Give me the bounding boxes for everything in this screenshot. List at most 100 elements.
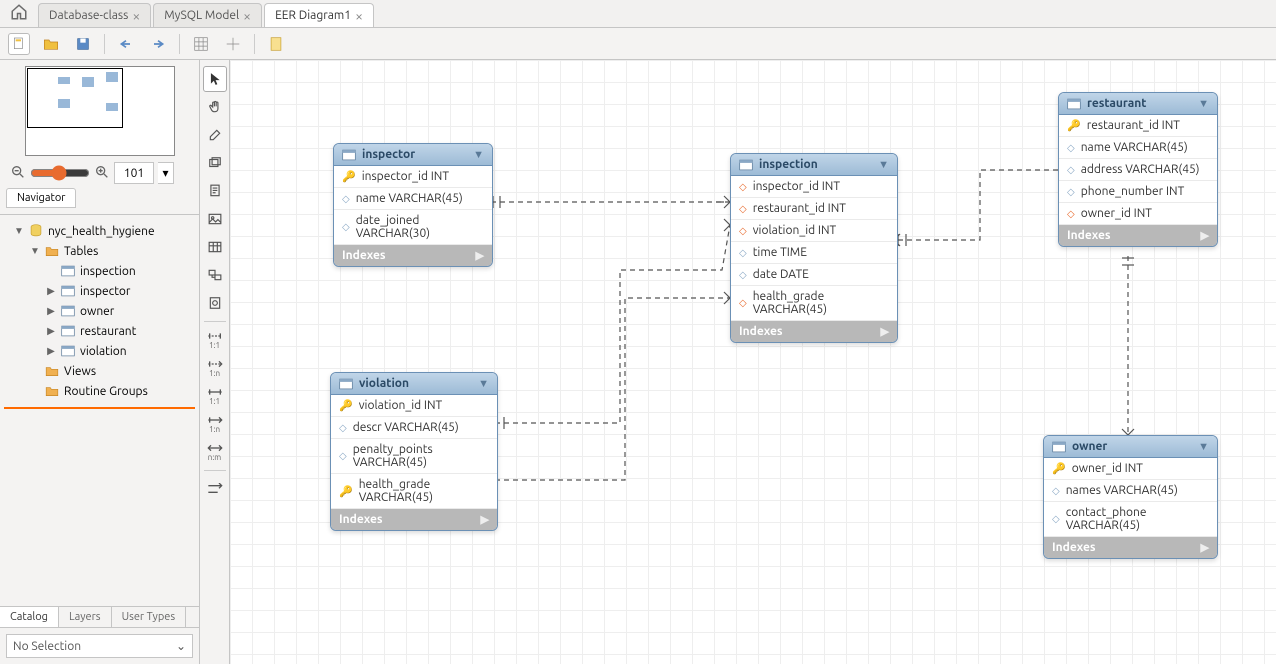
selection-dropdown[interactable]: No Selection ⌄ — [6, 634, 193, 658]
tree-views-folder[interactable]: Views — [0, 361, 199, 381]
tab-database-class[interactable]: Database-class × — [38, 3, 151, 27]
image-tool[interactable] — [203, 206, 227, 232]
entity-header[interactable]: inspector▼ — [334, 144, 492, 166]
home-icon[interactable] — [10, 3, 30, 23]
entity-indexes[interactable]: Indexes▶ — [331, 509, 497, 530]
entity-column[interactable]: ◇health_grade VARCHAR(45) — [731, 286, 897, 321]
entity-column[interactable]: ◇time TIME — [731, 242, 897, 264]
chevron-down-icon[interactable]: ▼ — [473, 149, 484, 161]
pointer-tool[interactable] — [203, 66, 227, 92]
rel-n-m-tool[interactable]: n:m — [203, 439, 227, 465]
notes-button[interactable] — [265, 33, 287, 55]
tree-table-inspection[interactable]: inspection — [0, 261, 199, 281]
save-button[interactable] — [72, 33, 94, 55]
entity-header[interactable]: restaurant▼ — [1059, 93, 1217, 115]
entity-column[interactable]: ◇descr VARCHAR(45) — [331, 417, 497, 439]
entity-header[interactable]: inspection▼ — [731, 154, 897, 176]
rel-1-n-id-tool[interactable]: 1:n — [203, 411, 227, 437]
undo-button[interactable] — [115, 33, 137, 55]
entity-column[interactable]: ◇name VARCHAR(45) — [1059, 137, 1217, 159]
entity-column[interactable]: 🔑owner_id INT — [1044, 458, 1217, 480]
chevron-down-icon[interactable]: ▼ — [478, 378, 489, 390]
entity-column[interactable]: 🔑restaurant_id INT — [1059, 115, 1217, 137]
chevron-down-icon[interactable]: ▼ — [1198, 98, 1209, 110]
zoom-out-icon[interactable] — [10, 164, 26, 183]
chevron-down-icon[interactable]: ▼ — [878, 159, 889, 171]
rel-existing-tool[interactable] — [203, 476, 227, 502]
entity-column[interactable]: ◇penalty_points VARCHAR(45) — [331, 439, 497, 474]
entity-column[interactable]: 🔑violation_id INT — [331, 395, 497, 417]
tree-table-inspector[interactable]: ▶inspector — [0, 281, 199, 301]
entity-header[interactable]: violation▼ — [331, 373, 497, 395]
entity-indexes[interactable]: Indexes▶ — [1059, 225, 1217, 246]
zoom-in-icon[interactable] — [94, 164, 110, 183]
navigator-tab[interactable]: Navigator — [6, 188, 76, 208]
tab-user-types[interactable]: User Types — [112, 607, 187, 627]
close-icon[interactable]: × — [243, 8, 251, 24]
eraser-tool[interactable] — [203, 122, 227, 148]
zoom-slider[interactable] — [30, 165, 90, 181]
tree-table-violation[interactable]: ▶violation — [0, 341, 199, 361]
tree-label: Views — [64, 365, 96, 378]
zoom-value-input[interactable] — [114, 162, 154, 184]
open-file-button[interactable] — [40, 33, 62, 55]
entity-indexes[interactable]: Indexes▶ — [731, 321, 897, 342]
rel-1-n-nonid-tool[interactable]: 1:n — [203, 355, 227, 381]
hand-tool[interactable] — [203, 94, 227, 120]
chevron-down-icon[interactable]: ▼ — [1198, 441, 1209, 453]
chevron-right-icon[interactable]: ▶ — [1201, 229, 1209, 242]
entity-column[interactable]: ◇date_joined VARCHAR(30) — [334, 210, 492, 245]
table-icon — [339, 378, 353, 390]
entity-column[interactable]: 🔑inspector_id INT — [334, 166, 492, 188]
tab-eer-diagram[interactable]: EER Diagram1 × — [264, 3, 374, 27]
redo-button[interactable] — [147, 33, 169, 55]
entity-column[interactable]: ◇owner_id INT — [1059, 203, 1217, 225]
entity-column[interactable]: 🔑health_grade VARCHAR(45) — [331, 474, 497, 509]
entity-header[interactable]: owner▼ — [1044, 436, 1217, 458]
entity-column[interactable]: ◇name VARCHAR(45) — [334, 188, 492, 210]
entity-column[interactable]: ◇names VARCHAR(45) — [1044, 480, 1217, 502]
entity-column[interactable]: ◇date DATE — [731, 264, 897, 286]
chevron-right-icon[interactable]: ▶ — [881, 325, 889, 338]
entity-column[interactable]: ◇violation_id INT — [731, 220, 897, 242]
tab-layers[interactable]: Layers — [59, 607, 112, 627]
close-icon[interactable]: × — [132, 8, 140, 24]
entity-inspection[interactable]: inspection▼◇inspector_id INT◇restaurant_… — [730, 153, 898, 343]
tree-database[interactable]: ▼ nyc_health_hygiene — [0, 221, 199, 241]
entity-restaurant[interactable]: restaurant▼🔑restaurant_id INT◇name VARCH… — [1058, 92, 1218, 247]
diagram-canvas[interactable]: inspector▼🔑inspector_id INT◇name VARCHAR… — [230, 60, 1276, 664]
entity-inspector[interactable]: inspector▼🔑inspector_id INT◇name VARCHAR… — [333, 143, 493, 267]
close-icon[interactable]: × — [355, 8, 363, 24]
entity-violation[interactable]: violation▼🔑violation_id INT◇descr VARCHA… — [330, 372, 498, 531]
entity-column[interactable]: ◇contact_phone VARCHAR(45) — [1044, 502, 1217, 537]
rel-1-1-nonid-tool[interactable]: 1:1 — [203, 327, 227, 353]
database-icon — [28, 224, 44, 238]
entity-column[interactable]: ◇address VARCHAR(45) — [1059, 159, 1217, 181]
tree-table-restaurant[interactable]: ▶restaurant — [0, 321, 199, 341]
rel-1-1-id-tool[interactable]: 1:1 — [203, 383, 227, 409]
entity-indexes[interactable]: Indexes▶ — [1044, 537, 1217, 558]
zoom-dropdown[interactable]: ▾ — [158, 162, 174, 184]
note-tool[interactable] — [203, 178, 227, 204]
entity-column[interactable]: ◇inspector_id INT — [731, 176, 897, 198]
tab-mysql-model[interactable]: MySQL Model × — [153, 3, 262, 27]
align-grid-button[interactable] — [222, 33, 244, 55]
entity-indexes[interactable]: Indexes▶ — [334, 245, 492, 266]
view-tool[interactable] — [203, 262, 227, 288]
new-file-button[interactable] — [8, 33, 30, 55]
layer-tool[interactable] — [203, 150, 227, 176]
tree-routine-folder[interactable]: Routine Groups — [0, 381, 199, 401]
tree-table-owner[interactable]: ▶owner — [0, 301, 199, 321]
table-tool[interactable] — [203, 234, 227, 260]
chevron-right-icon[interactable]: ▶ — [476, 249, 484, 262]
chevron-right-icon[interactable]: ▶ — [1201, 541, 1209, 554]
tab-catalog[interactable]: Catalog — [0, 607, 59, 627]
entity-owner[interactable]: owner▼🔑owner_id INT◇names VARCHAR(45)◇co… — [1043, 435, 1218, 559]
chevron-right-icon[interactable]: ▶ — [481, 513, 489, 526]
entity-column[interactable]: ◇phone_number INT — [1059, 181, 1217, 203]
routine-tool[interactable] — [203, 290, 227, 316]
grid-toggle-button[interactable] — [190, 33, 212, 55]
minimap[interactable] — [25, 66, 175, 156]
entity-column[interactable]: ◇restaurant_id INT — [731, 198, 897, 220]
tree-tables-folder[interactable]: ▼ Tables — [0, 241, 199, 261]
